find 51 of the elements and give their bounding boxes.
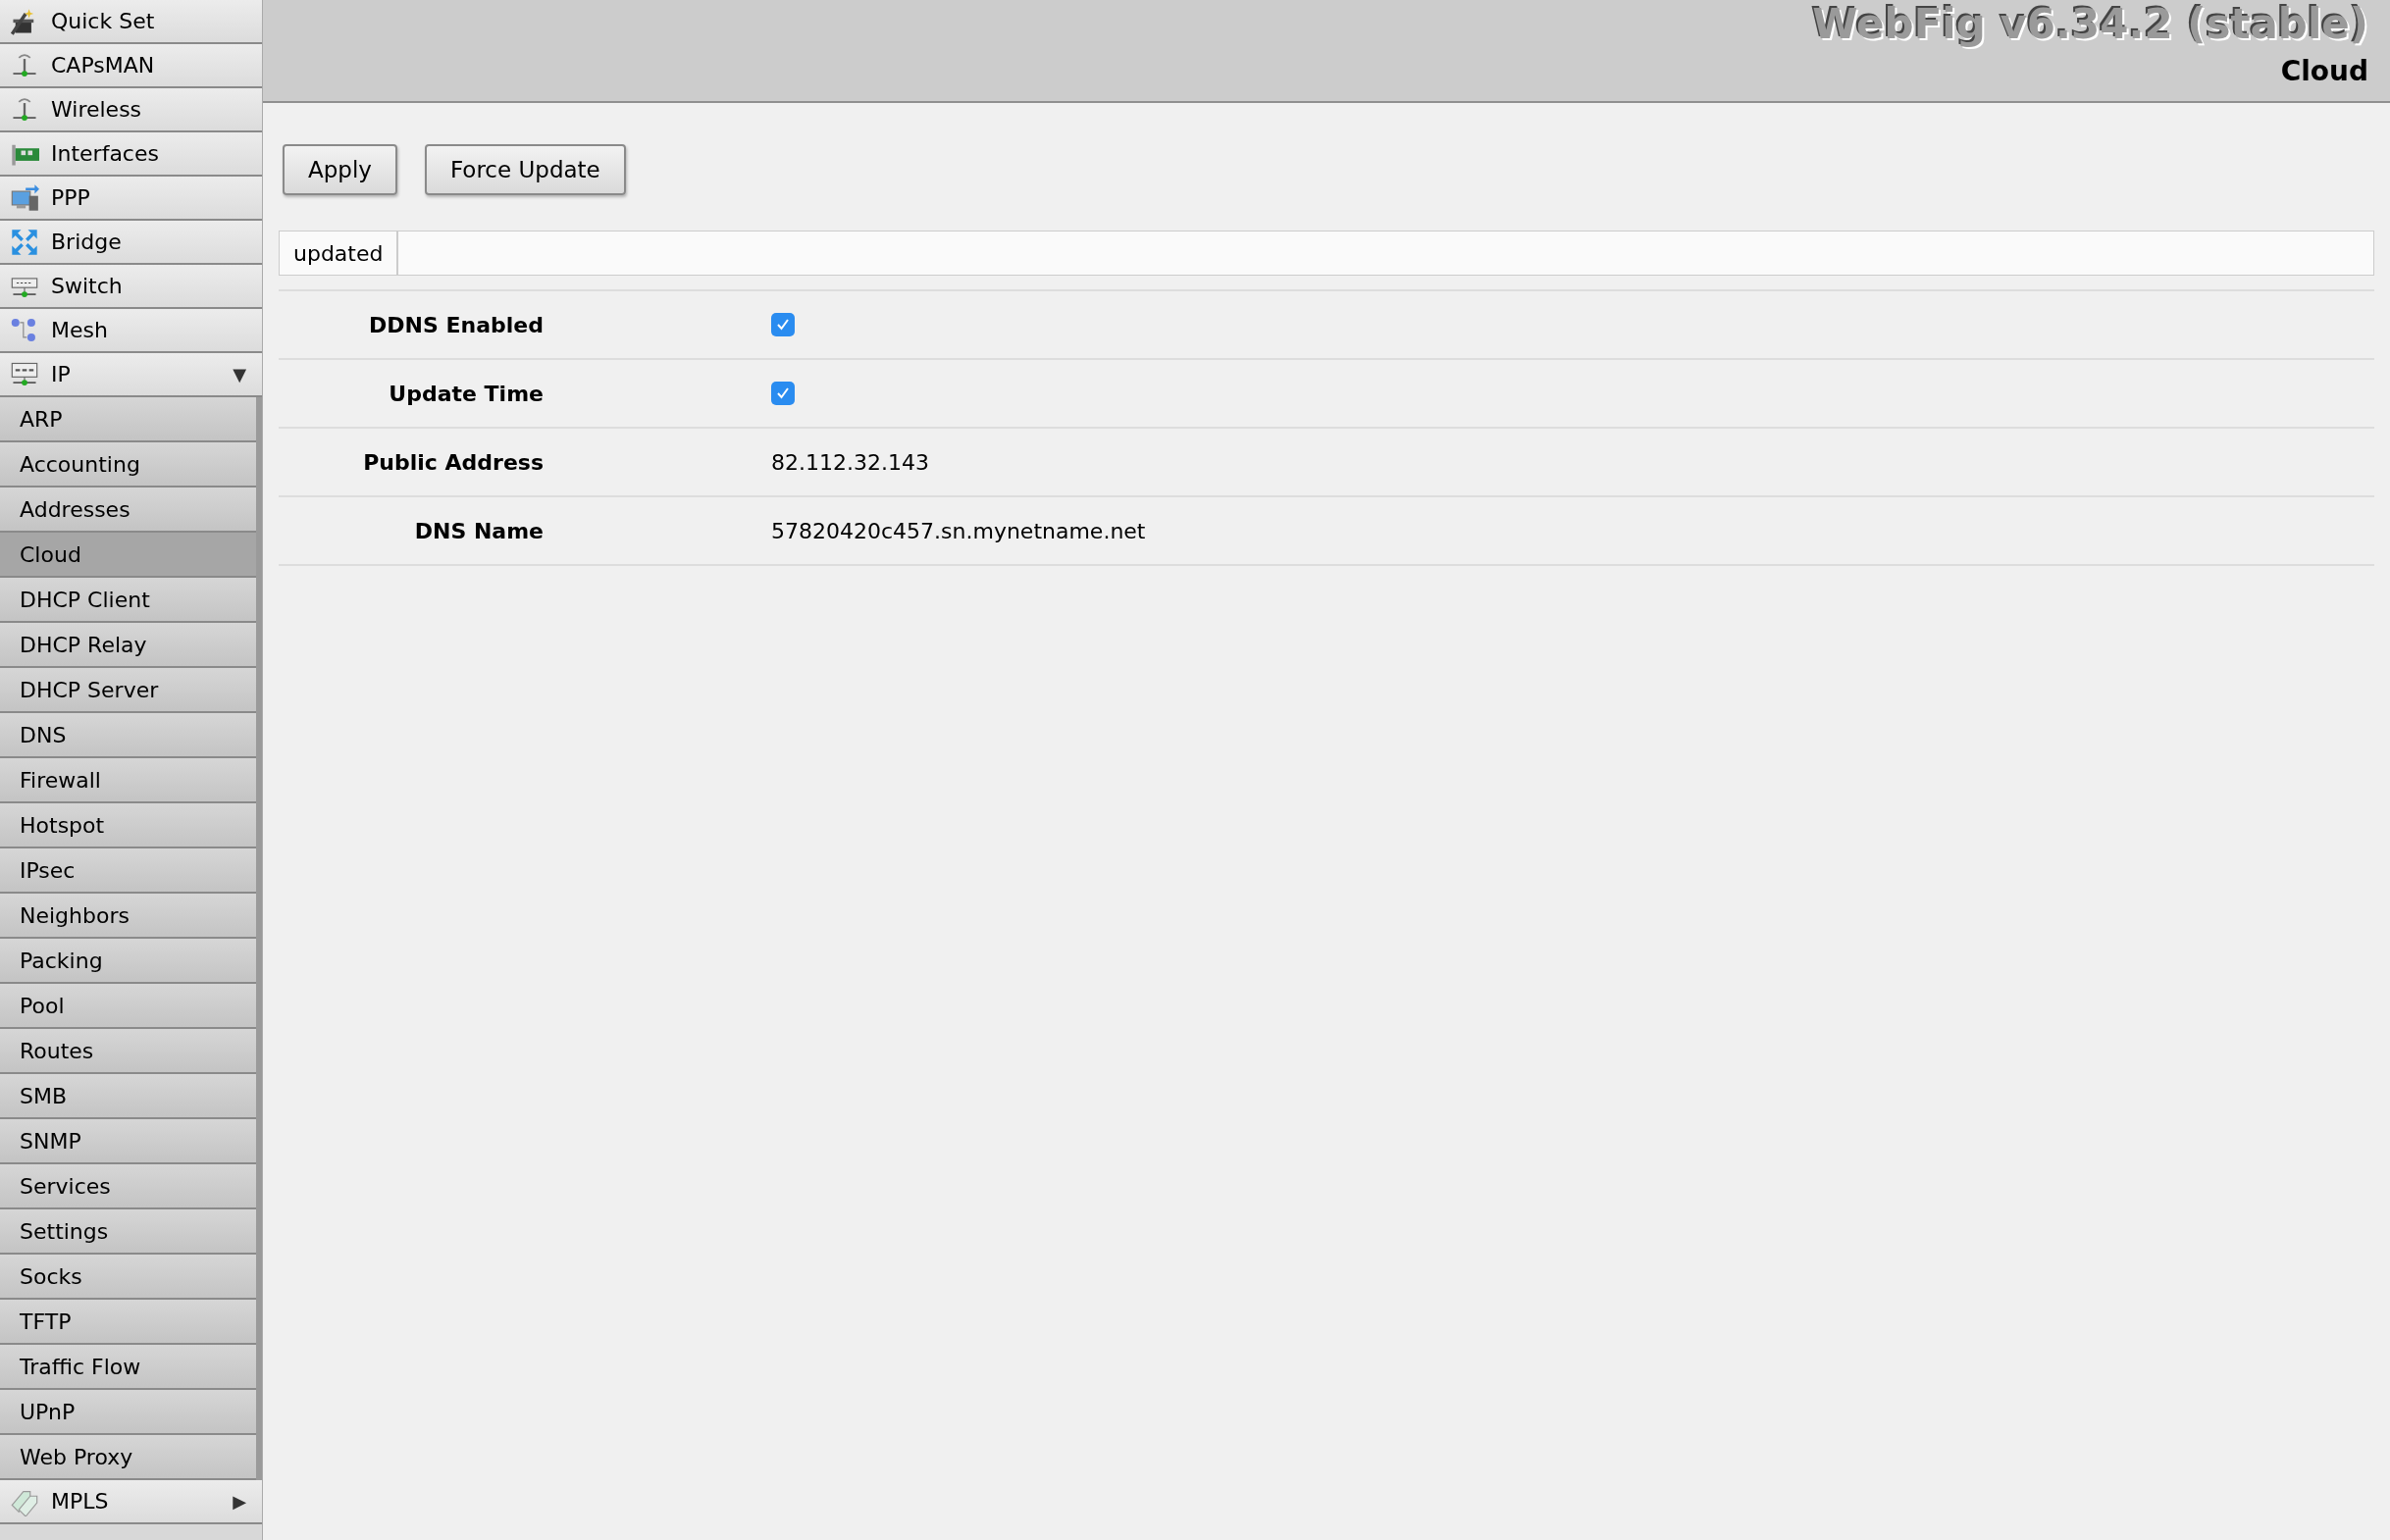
field-value: 57820420c457.sn.mynetname.net (771, 518, 1147, 543)
submenu-item[interactable]: SNMP (0, 1119, 256, 1164)
status-text: updated (280, 231, 399, 275)
field-label: Public Address (362, 449, 544, 475)
menu-item[interactable]: CAPsMAN (0, 44, 262, 88)
submenu-item[interactable]: Hotspot (0, 803, 256, 848)
computer-icon (10, 182, 39, 213)
menu-item[interactable]: Interfaces (0, 132, 262, 177)
menu-item[interactable]: Wireless (0, 88, 262, 132)
checkbox[interactable] (771, 382, 795, 405)
arrows-icon (10, 227, 39, 257)
submenu-item[interactable]: Firewall (0, 758, 256, 803)
submenu-item[interactable]: Settings (0, 1209, 256, 1255)
submenu-item[interactable]: Addresses (0, 488, 256, 533)
submenu-item[interactable]: Cloud (0, 533, 256, 578)
submenu-item[interactable]: Pool (0, 984, 256, 1029)
submenu-item[interactable]: Packing (0, 939, 256, 984)
submenu-item[interactable]: Web Proxy (0, 1435, 256, 1480)
menu-item[interactable]: Quick Set (0, 0, 262, 44)
check-icon (775, 317, 791, 333)
menu-item[interactable]: Switch (0, 265, 262, 309)
page-title: Cloud (2280, 55, 2368, 87)
submenu-item[interactable]: IPsec (0, 848, 256, 894)
menu-item[interactable]: IP ▼ (0, 353, 262, 397)
submenu-item[interactable]: DHCP Server (0, 668, 256, 713)
submenu-item[interactable]: Neighbors (0, 894, 256, 939)
submenu-item[interactable]: Routes (0, 1029, 256, 1074)
check-icon (775, 385, 791, 401)
field-label: DDNS Enabled (368, 312, 544, 337)
submenu-item[interactable]: UPnP (0, 1390, 256, 1435)
submenu-item[interactable]: SMB (0, 1074, 256, 1119)
submenu-item[interactable]: TFTP (0, 1300, 256, 1345)
app-title: WebFig v6.34.2 (stable) (1812, 0, 2368, 49)
submenu-item[interactable]: DHCP Client (0, 578, 256, 623)
action-button[interactable]: Force Update (424, 144, 626, 195)
submenu-item[interactable]: ARP (0, 397, 256, 442)
submenu-item[interactable]: Services (0, 1164, 256, 1209)
submenu-item[interactable]: Traffic Flow (0, 1345, 256, 1390)
field-label: Update Time (388, 381, 544, 406)
field-value: 82.112.32.143 (771, 449, 930, 475)
submenu-item[interactable]: DNS (0, 713, 256, 758)
field-label: DNS Name (413, 518, 544, 543)
submenu-item[interactable]: Accounting (0, 442, 256, 488)
submenu-item[interactable]: DHCP Relay (0, 623, 256, 668)
apply-button[interactable]: Apply (283, 144, 397, 195)
menu-item[interactable]: Bridge (0, 221, 262, 265)
menu-item[interactable]: PPP (0, 177, 262, 221)
menu-item[interactable]: MPLS ▶ (0, 1480, 262, 1524)
checkbox[interactable] (771, 313, 795, 336)
submenu-item[interactable]: Socks (0, 1255, 256, 1300)
menu-item[interactable]: Mesh (0, 309, 262, 353)
